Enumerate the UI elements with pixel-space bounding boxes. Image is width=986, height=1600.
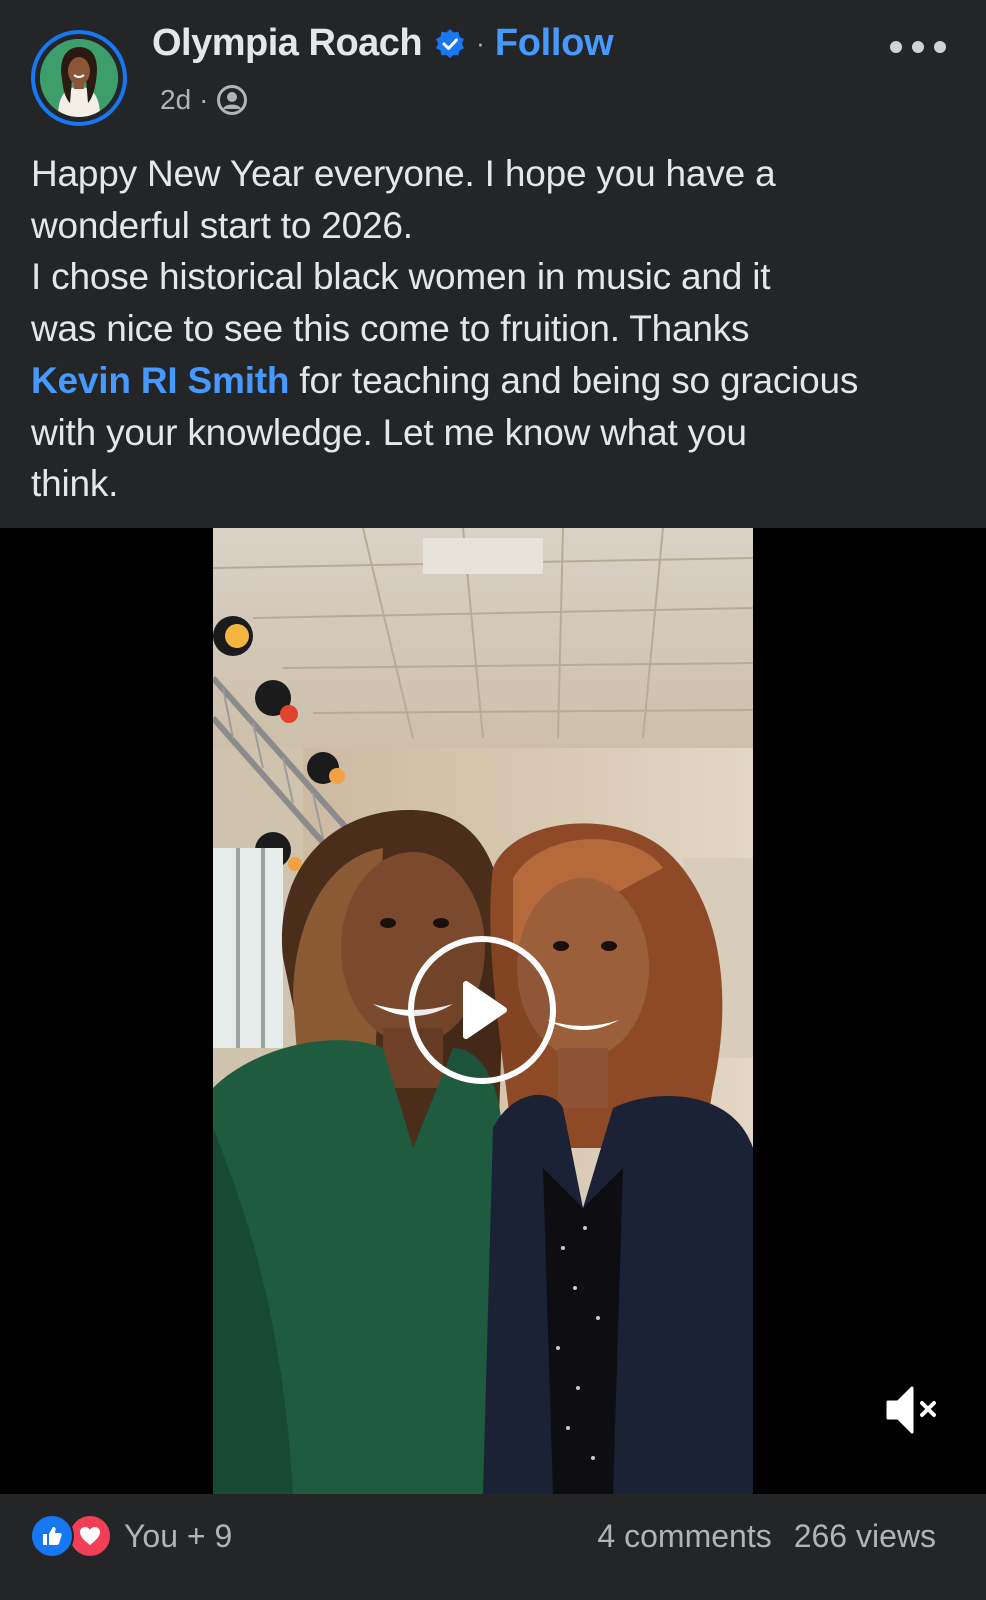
views-count: 266 views xyxy=(793,1518,936,1554)
post-card: Olympia Roach · Follow 2d · Happy New Ye… xyxy=(0,0,986,1600)
love-reaction-icon xyxy=(68,1514,112,1558)
header-separator: · xyxy=(476,28,485,58)
more-dot xyxy=(934,41,946,53)
post-text: Happy New Year everyone. I hope you have… xyxy=(31,148,961,510)
comments-count[interactable]: 4 comments xyxy=(597,1518,771,1555)
like-reaction-icon xyxy=(30,1514,74,1558)
post-stats: 4 comments 266 views xyxy=(597,1518,936,1555)
post-text-fragment: for teaching and being so gracious xyxy=(289,359,859,401)
post-text-line: I chose historical black women in music … xyxy=(31,256,771,298)
reactions-summary[interactable]: You + 9 xyxy=(30,1514,232,1558)
muted-speaker-icon[interactable] xyxy=(884,1384,940,1436)
more-dot xyxy=(890,41,902,53)
post-text-line: Happy New Year everyone. I hope you have… xyxy=(31,153,776,194)
more-dot xyxy=(912,41,924,53)
author-row: Olympia Roach · Follow xyxy=(152,22,614,65)
reactions-count[interactable]: You + 9 xyxy=(124,1518,232,1555)
post-header: Olympia Roach · Follow 2d · xyxy=(0,0,986,140)
author-avatar[interactable] xyxy=(31,30,127,126)
post-text-line: wonderful start to 2026. xyxy=(31,204,413,246)
author-name[interactable]: Olympia Roach xyxy=(152,22,423,65)
verified-badge-icon xyxy=(436,28,465,58)
friends-audience-icon[interactable] xyxy=(216,84,248,116)
play-icon[interactable] xyxy=(408,936,556,1084)
post-text-line: was nice to see this come to fruition. T… xyxy=(31,308,750,350)
follow-button[interactable]: Follow xyxy=(495,22,614,65)
avatar-image xyxy=(40,39,118,117)
mention-link[interactable]: Kevin RI Smith xyxy=(31,360,289,401)
post-footer: You + 9 4 comments 266 views xyxy=(0,1494,986,1600)
post-timestamp[interactable]: 2d xyxy=(160,84,191,116)
post-text-line: Kevin RI Smith for teaching and being so… xyxy=(31,355,961,407)
post-text-line: think. xyxy=(31,463,119,505)
post-meta: 2d · xyxy=(160,84,248,116)
meta-separator: · xyxy=(199,84,209,115)
post-text-line: with your knowledge. Let me know what yo… xyxy=(31,411,747,453)
more-options-icon[interactable] xyxy=(890,36,946,58)
